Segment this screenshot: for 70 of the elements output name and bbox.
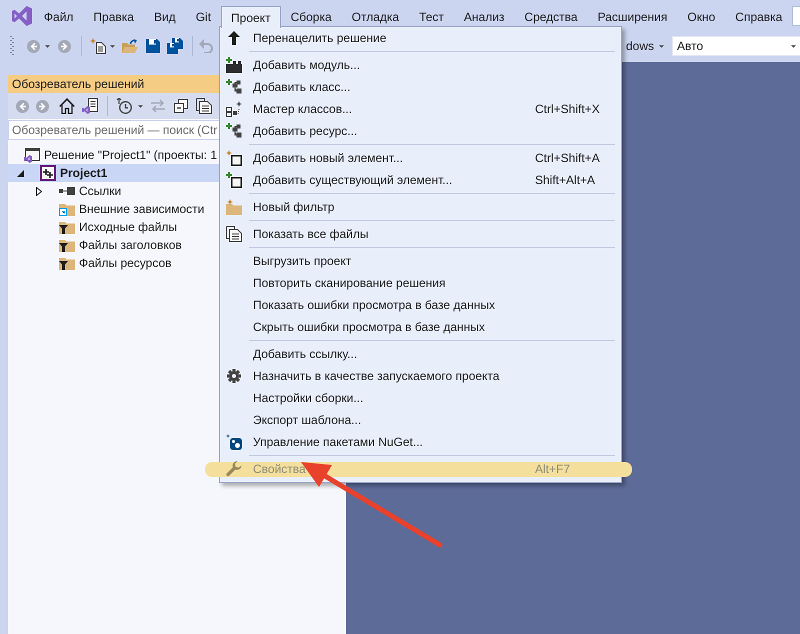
- menu-item[interactable]: Скрыть ошибки просмотра в базе данных: [220, 316, 621, 338]
- filter-folder-icon: [59, 256, 75, 270]
- class-wizard-icon: [226, 101, 242, 117]
- show-all-files-icon[interactable]: [196, 98, 212, 114]
- shortcut-label: Shift+Alt+A: [535, 173, 596, 187]
- menu-bar-item[interactable]: Отладка: [342, 6, 410, 27]
- menu-item[interactable]: Повторить сканирование решения: [220, 272, 621, 294]
- menu-bar-item[interactable]: Анализ: [454, 6, 514, 27]
- menu-item[interactable]: Показать ошибки просмотра в базе данных: [220, 294, 621, 316]
- caret-icon[interactable]: [659, 44, 664, 48]
- menu-item[interactable]: Новый фильтр: [220, 196, 621, 218]
- new-document-icon[interactable]: [90, 38, 106, 54]
- menu-bar-item[interactable]: Сборка: [280, 6, 342, 27]
- menu-item[interactable]: Мастер классов... Ctrl+Shift+X: [220, 98, 621, 120]
- references-icon: [59, 187, 75, 195]
- menu-bar-item[interactable]: Окно: [677, 6, 726, 27]
- project-icon: [40, 165, 56, 181]
- menu-bar-item[interactable]: Файл: [34, 6, 84, 27]
- shortcut-label: Ctrl+Shift+X: [535, 102, 600, 116]
- search-field[interactable]: [792, 6, 800, 26]
- module-icon: [226, 57, 242, 73]
- existing-item-icon: [226, 172, 242, 188]
- toolbar-grip[interactable]: [10, 36, 14, 56]
- menu-item[interactable]: Выгрузить проект: [220, 250, 621, 272]
- wrench-icon: [226, 461, 242, 477]
- add-class-icon: [226, 79, 242, 95]
- new-item-icon: [226, 150, 242, 166]
- menu-item[interactable]: Экспорт шаблона...: [220, 409, 621, 431]
- menu-item[interactable]: Настройки сборки...: [220, 387, 621, 409]
- menu-item[interactable]: Перенацелить решение: [220, 27, 621, 49]
- shortcut-label: Ctrl+Shift+A: [535, 151, 600, 165]
- switch-views-icon[interactable]: [82, 98, 98, 114]
- menu-bar-item[interactable]: Справка: [725, 6, 792, 27]
- menu-bar-item[interactable]: Правка: [83, 6, 144, 27]
- solution-icon: [24, 147, 40, 163]
- shortcut-label: Alt+F7: [535, 462, 570, 476]
- app-logo: [12, 6, 32, 26]
- menu-item[interactable]: Назначить в качестве запускаемого проекта: [220, 365, 621, 387]
- caret-icon[interactable]: [110, 44, 115, 48]
- expand-toggle[interactable]: [36, 186, 42, 196]
- configuration-dropdown[interactable]: Авто: [672, 36, 800, 56]
- menu-item[interactable]: Добавить ссылку...: [220, 343, 621, 365]
- show-all-files-icon: [226, 226, 242, 242]
- settings-icon: [227, 369, 241, 383]
- menu-bar-item[interactable]: Проект: [221, 6, 281, 28]
- filter-folder-icon: [59, 238, 75, 252]
- caret-icon[interactable]: [791, 44, 796, 48]
- home-icon[interactable]: [59, 98, 75, 114]
- expand-toggle[interactable]: [16, 170, 24, 176]
- save-all-icon[interactable]: [167, 38, 183, 54]
- menu-bar-item[interactable]: Вид: [144, 6, 186, 27]
- menu-bar-item[interactable]: Средства: [514, 6, 588, 27]
- caret-icon[interactable]: [138, 104, 143, 108]
- menu-item[interactable]: Показать все файлы: [220, 223, 621, 245]
- menu-bar-item[interactable]: Расширения: [588, 6, 678, 27]
- arrow-up-icon: [228, 31, 240, 45]
- menu-item[interactable]: Управление пакетами NuGet...: [220, 431, 621, 453]
- clock-icon[interactable]: [116, 98, 132, 114]
- package-icon: [226, 434, 242, 450]
- save-icon[interactable]: [146, 39, 160, 53]
- add-resource-icon: [226, 123, 242, 139]
- menu-item[interactable]: Добавить модуль...: [220, 54, 621, 76]
- open-folder-icon[interactable]: [122, 39, 138, 53]
- menu-bar-item[interactable]: Git: [186, 6, 222, 27]
- caret-icon[interactable]: [45, 44, 50, 48]
- menu-bar-item[interactable]: Тест: [409, 6, 454, 27]
- new-folder-icon: [226, 199, 242, 215]
- collapse-all-icon[interactable]: [174, 99, 188, 113]
- filter-folder-icon: [59, 220, 75, 234]
- folder-icon: [59, 202, 75, 216]
